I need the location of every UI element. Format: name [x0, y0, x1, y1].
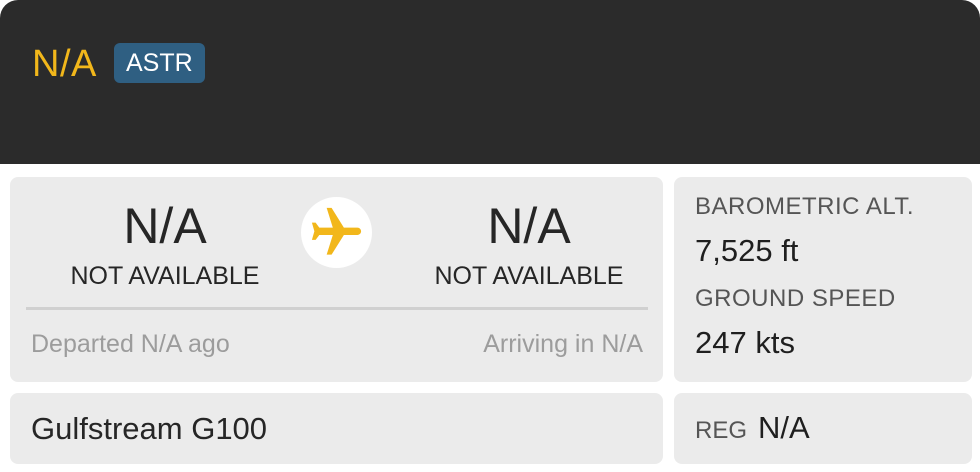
origin-airport-name: NOT AVAILABLE — [70, 262, 260, 290]
route-progress-divider — [26, 307, 648, 310]
registration-label: REG — [695, 417, 748, 444]
barometric-altitude-label: BAROMETRIC ALT. — [695, 193, 915, 220]
arriving-time-text: Arriving in N/A — [483, 330, 643, 358]
registration-value: N/A — [758, 410, 810, 445]
aircraft-type: Gulfstream G100 — [31, 411, 268, 446]
flight-callsign: N/A — [32, 43, 97, 85]
origin-airport-code[interactable]: N/A — [35, 197, 295, 255]
airplane-icon — [311, 207, 362, 255]
plane-icon-container — [301, 197, 372, 268]
flight-stats-card: BAROMETRIC ALT. 7,525 ft GROUND SPEED 24… — [674, 177, 972, 382]
registration-card[interactable]: REG N/A — [674, 393, 972, 464]
destination-airport-name: NOT AVAILABLE — [434, 262, 624, 290]
barometric-altitude-value: 7,525 ft — [695, 233, 799, 268]
flight-header: N/A ASTR — [0, 0, 980, 164]
departed-time-text: Departed N/A ago — [31, 330, 230, 358]
ground-speed-value: 247 kts — [695, 325, 795, 360]
ground-speed-label: GROUND SPEED — [695, 285, 896, 312]
destination-airport-code[interactable]: N/A — [399, 197, 659, 255]
airline-code-badge[interactable]: ASTR — [114, 43, 205, 83]
route-card[interactable]: N/A NOT AVAILABLE N/A NOT AVAILABLE Depa… — [10, 177, 663, 382]
aircraft-type-card[interactable]: Gulfstream G100 — [10, 393, 663, 464]
